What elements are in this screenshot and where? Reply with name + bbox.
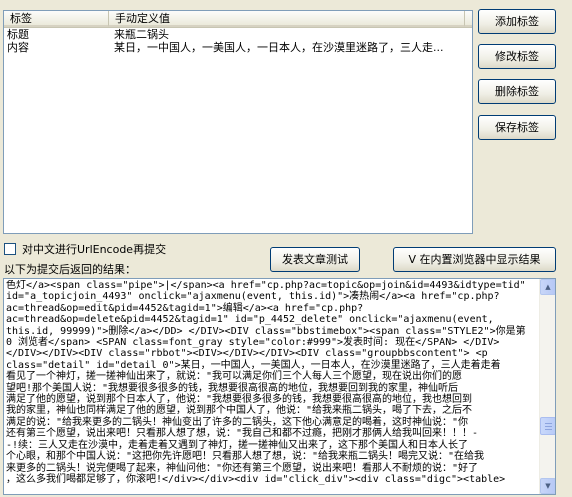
edit-tag-button[interactable]: 修改标签	[478, 44, 556, 69]
list-item[interactable]: 标题 来瓶二锅头	[4, 28, 472, 41]
column-header-value[interactable]: 手动定义值	[109, 11, 465, 27]
scroll-thumb[interactable]	[540, 417, 555, 435]
result-line: ac=thread&op=edit&pid=4452&tagid=1">编辑</…	[6, 302, 364, 314]
result-line: 来更多的二锅头！说完便喝了起来，神仙问他："你还有第三个愿望，说出来吧！看那人不…	[6, 462, 479, 474]
result-line: 看见了一个神灯，搓一搓神仙出来了，就说："我可以满足你们三个人每人三个愿望，现在…	[6, 371, 463, 383]
publish-test-button[interactable]: 发表文章测试	[270, 247, 360, 272]
add-tag-button[interactable]: 添加标签	[478, 9, 556, 34]
result-line: 0 浏览者</span> <SPAN class=font_gray style…	[6, 337, 500, 349]
result-line: -!续：三人又走在沙漠中，走着走着又遇到了神灯，搓一搓神仙又出来了，这下那个美国…	[6, 439, 469, 451]
result-textarea[interactable]: 色灯</a><span class="pipe">|</span><a href…	[3, 278, 556, 495]
result-line: </DIV></DIV><DIV class="rbbot"><DIV></DI…	[6, 348, 488, 360]
url-encode-option[interactable]: 对中文进行UrlEncode再提交	[4, 242, 166, 256]
tag-list-view[interactable]: 标签 手动定义值 标题 来瓶二锅头 内容 某日，一中国人，一美国人，一日本人，在…	[3, 10, 473, 234]
url-encode-label: 对中文进行UrlEncode再提交	[22, 243, 167, 256]
list-header: 标签 手动定义值	[4, 11, 472, 28]
result-line: 色灯</a><span class="pipe">|</span><a href…	[6, 280, 526, 291]
result-label: 以下为提交后返回的结果：	[4, 263, 136, 276]
scroll-up-arrow-icon[interactable]: ▲	[540, 279, 555, 295]
result-text[interactable]: 色灯</a><span class="pipe">|</span><a href…	[6, 280, 539, 493]
result-line: class="detail" id="detail_0">某日，一中国人，一美国…	[6, 359, 501, 371]
result-line: 满足了他的愿望，说到那个日本人了，他说："我想要很多很多的钱，我想要很高很高的地…	[6, 394, 473, 406]
list-item-tag: 标题	[7, 28, 29, 41]
scroll-down-arrow-icon[interactable]: ▼	[540, 478, 555, 494]
column-header-tag[interactable]: 标签	[4, 11, 109, 27]
result-line: id="a_topicjoin_4493" onclick="ajaxmenu(…	[6, 291, 500, 303]
result-line: ，这么多我们喝都足够了，你滚吧!</div></div><div id="cli…	[6, 473, 506, 485]
list-item-value: 某日，一中国人，一美国人，一日本人，在沙漠里迷路了，三人走...	[114, 41, 444, 54]
list-item[interactable]: 内容 某日，一中国人，一美国人，一日本人，在沙漠里迷路了，三人走...	[4, 41, 472, 54]
result-line: this.id, 99999)">删除</a></DD> </DIV><DIV …	[6, 325, 526, 337]
result-line: ac=thread&op=delete&pid=4452&tagid=1" id…	[6, 314, 494, 326]
result-line: 满足的说："给我来更多的二锅头！神仙变出了许多的二锅头，这下他心满意足的喝着，这…	[6, 416, 469, 428]
column-header-filler	[465, 11, 472, 27]
save-tag-button[interactable]: 保存标签	[478, 115, 556, 140]
result-line: 个心眼，和那个中国人说："这把你先许愿吧！只看那人想了想，说："给我来瓶二锅头！…	[6, 451, 485, 463]
list-item-tag: 内容	[7, 41, 29, 54]
result-line: 还有第三个愿望，说出来吧！只看那人想了想，说："我自己和都不过瘾，把刚才那俩人给…	[6, 428, 479, 440]
delete-tag-button[interactable]: 删除标签	[478, 79, 556, 104]
show-in-browser-button[interactable]: V 在内置浏览器中显示结果	[393, 247, 556, 272]
list-item-value: 来瓶二锅头	[114, 28, 169, 41]
url-encode-checkbox[interactable]	[4, 243, 16, 255]
vertical-scrollbar[interactable]: ▲ ▼	[539, 279, 555, 494]
result-line: 望吧!那个美国人说："我想要很多很多的钱，我想要很高很高的地位，我想要回到我的家…	[6, 382, 459, 394]
result-line: 我的家里，神仙也同样满足了他的愿望，说到那个中国人了，他说："给我来瓶二锅头，喝…	[6, 405, 473, 417]
